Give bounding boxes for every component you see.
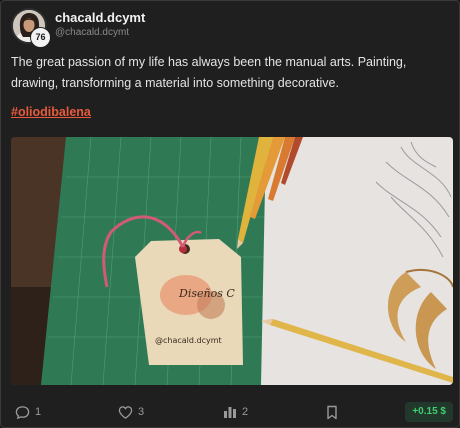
post-card: 76 chacald.dcymt @chacald.dcymt The grea… [0,0,460,428]
post-body: The great passion of my life has always … [11,55,407,90]
tag-logo-text: Diseños C [178,287,235,300]
reblogs-count: 2 [242,406,249,418]
hashtag-link[interactable]: #oliodibalena [11,105,91,119]
post-image-illustration: Diseños C @chacald.dcymt [11,137,453,385]
payout-badge[interactable]: +0.15 $ [405,402,453,422]
comment-icon [15,405,30,419]
tag-handle-text: @chacald.dcymt [155,336,222,345]
post-header: 76 chacald.dcymt @chacald.dcymt [11,8,311,48]
post-image[interactable]: Diseños C @chacald.dcymt [11,137,453,385]
bar-chart-icon [224,407,236,418]
comments-action[interactable]: 1 [15,403,41,421]
reblog-action[interactable]: 2 [223,403,248,421]
author-username[interactable]: chacald.dcymt [55,10,145,25]
votes-count: 3 [138,406,145,418]
bookmark-action[interactable] [326,403,338,421]
avatar-wrap[interactable]: 76 [11,8,51,48]
comments-count: 1 [35,406,42,418]
reputation-badge: 76 [30,27,51,48]
vote-action[interactable]: 3 [118,403,144,421]
bookmark-icon [327,405,337,419]
author-handle[interactable]: @chacald.dcymt [55,27,129,38]
post-actions: 1 3 2 +0.15 $ [1,399,460,425]
heart-icon [118,405,133,419]
